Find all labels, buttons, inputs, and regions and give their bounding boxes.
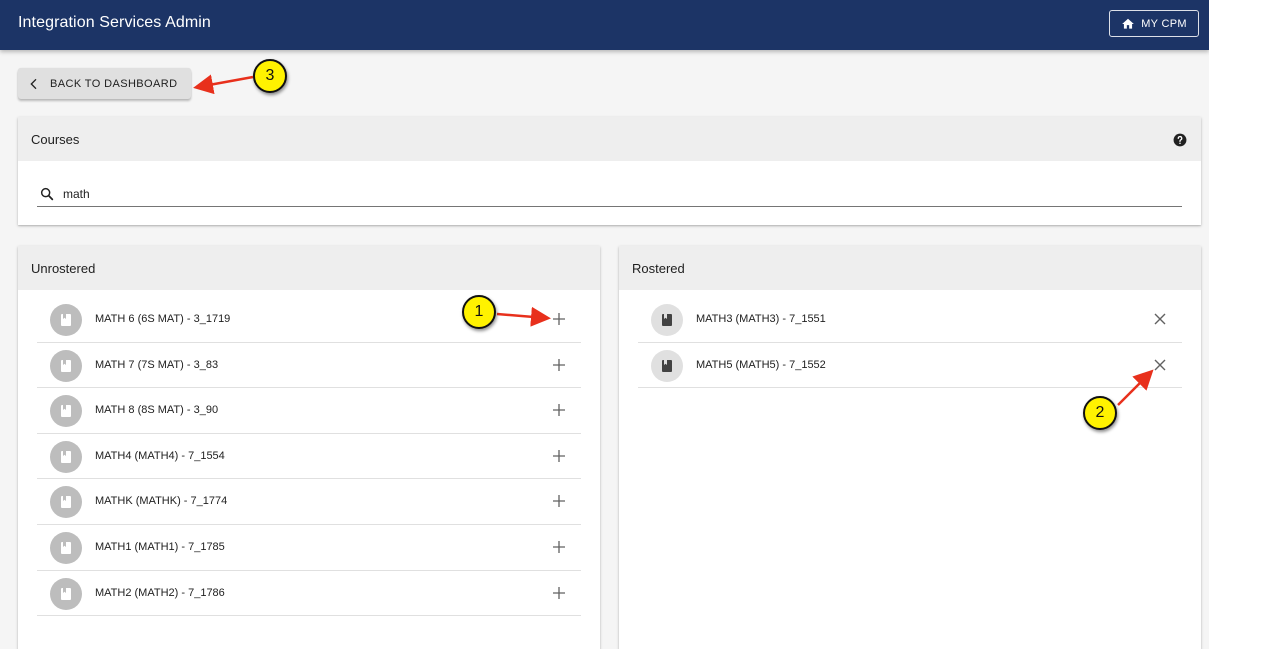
course-label: MATH 6 (6S MAT) - 3_1719 — [95, 313, 231, 325]
plus-icon[interactable] — [551, 585, 567, 601]
unrostered-list: MATH 6 (6S MAT) - 3_1719 MATH 7 (7S MAT)… — [37, 297, 581, 617]
close-icon[interactable] — [1152, 357, 1168, 373]
courses-card: Courses — [18, 117, 1201, 225]
course-search-input[interactable] — [63, 185, 1163, 203]
unrostered-list-item: MATH 6 (6S MAT) - 3_1719 — [37, 297, 581, 343]
course-label: MATHK (MATHK) - 7_1774 — [95, 495, 228, 508]
course-label: MATH3 (MATH3) - 7_1551 — [696, 313, 826, 325]
app-title: Integration Services Admin — [18, 14, 211, 31]
back-to-dashboard-button[interactable]: BACK TO DASHBOARD — [18, 68, 191, 99]
rostered-title: Rostered — [632, 261, 685, 276]
course-avatar — [50, 395, 82, 428]
book-icon — [61, 587, 71, 600]
my-cpm-label: MY CPM — [1141, 17, 1187, 30]
callout-1: 1 — [462, 295, 496, 329]
course-label: MATH 8 (8S MAT) - 3_90 — [95, 404, 219, 417]
book-icon — [61, 541, 71, 554]
home-icon — [1122, 18, 1135, 29]
course-avatar — [651, 304, 683, 336]
unrostered-list-item: MATHK (MATHK) - 7_1774 — [37, 479, 581, 525]
unrostered-header: Unrostered — [18, 246, 600, 290]
plus-icon[interactable] — [551, 539, 567, 555]
my-cpm-button[interactable]: MY CPM — [1109, 10, 1199, 37]
plus-icon[interactable] — [551, 402, 567, 418]
course-avatar — [50, 577, 82, 610]
rostered-list-item: MATH3 (MATH3) - 7_1551 — [638, 297, 1182, 343]
book-icon — [662, 359, 672, 372]
course-avatar — [50, 486, 82, 519]
book-icon — [61, 450, 71, 463]
course-label: MATH2 (MATH2) - 7_1786 — [95, 586, 225, 599]
rostered-list-item: MATH5 (MATH5) - 7_1552 — [638, 343, 1182, 389]
plus-icon[interactable] — [551, 448, 567, 464]
rostered-header: Rostered — [619, 246, 1201, 290]
top-app-bar: Integration Services Admin MY CPM — [0, 0, 1209, 50]
unrostered-list-item: MATH 8 (8S MAT) - 3_90 — [37, 388, 581, 434]
back-to-dashboard-label: BACK TO DASHBOARD — [50, 77, 178, 90]
unrostered-list-item: MATH2 (MATH2) - 7_1786 — [37, 571, 581, 617]
help-icon[interactable] — [1173, 133, 1187, 147]
close-icon[interactable] — [1152, 311, 1168, 327]
course-avatar — [50, 304, 82, 336]
book-icon — [61, 405, 71, 418]
unrostered-list-item: MATH1 (MATH1) - 7_1785 — [37, 525, 581, 571]
course-avatar — [651, 349, 683, 382]
rostered-card: Rostered MATH3 (MATH3) - 7_1551 MATH5 (M… — [619, 246, 1201, 649]
course-label: MATH1 (MATH1) - 7_1785 — [95, 540, 225, 553]
app-root: Integration Services Admin MY CPM BACK T… — [0, 0, 1209, 649]
courses-title: Courses — [31, 132, 80, 147]
callout-3: 3 — [253, 59, 287, 93]
plus-icon[interactable] — [551, 357, 567, 373]
rostered-list: MATH3 (MATH3) - 7_1551 MATH5 (MATH5) - 7… — [638, 297, 1182, 389]
book-icon — [61, 496, 71, 509]
unrostered-list-item: MATH 7 (7S MAT) - 3_83 — [37, 343, 581, 389]
unrostered-card: Unrostered MATH 6 (6S MAT) - 3_1719 MATH… — [18, 246, 600, 649]
course-avatar — [50, 349, 82, 382]
book-icon — [61, 359, 71, 372]
chevron-left-icon — [30, 78, 37, 89]
course-avatar — [50, 531, 82, 564]
plus-icon[interactable] — [551, 493, 567, 509]
callout-2: 2 — [1083, 396, 1117, 430]
book-icon — [662, 314, 672, 326]
course-label: MATH4 (MATH4) - 7_1554 — [95, 449, 225, 462]
book-icon — [61, 314, 71, 326]
courses-header: Courses — [18, 117, 1201, 161]
course-search-field — [37, 184, 1182, 207]
plus-icon[interactable] — [551, 311, 567, 327]
course-label: MATH5 (MATH5) - 7_1552 — [696, 358, 826, 371]
unrostered-title: Unrostered — [31, 261, 96, 276]
search-icon — [40, 187, 54, 201]
course-avatar — [50, 440, 82, 473]
unrostered-list-item: MATH4 (MATH4) - 7_1554 — [37, 434, 581, 480]
course-label: MATH 7 (7S MAT) - 3_83 — [95, 358, 219, 371]
